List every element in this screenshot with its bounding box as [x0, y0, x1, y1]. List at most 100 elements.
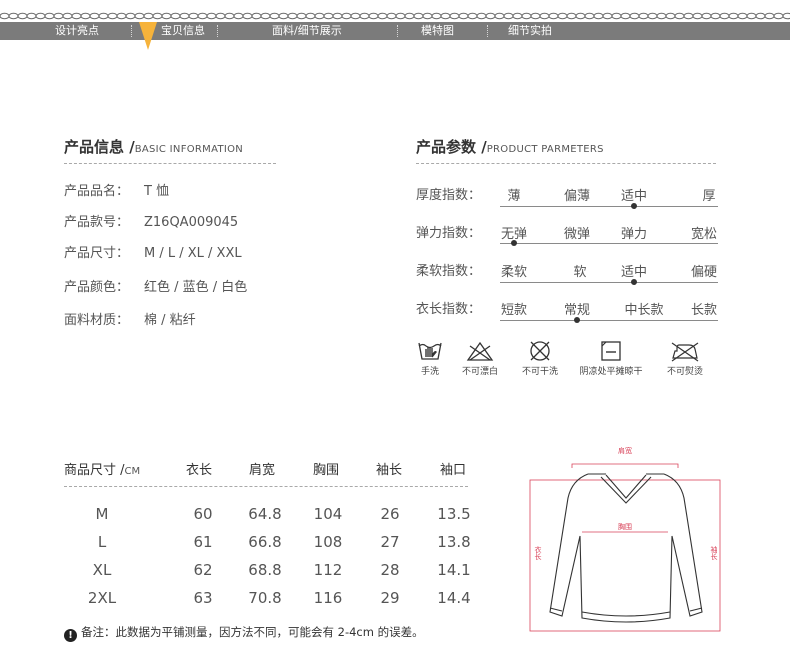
table-cell-size: M	[95, 505, 109, 523]
shoulder-label: 肩宽	[618, 446, 632, 455]
param-label-thickness: 厚度指数：	[416, 188, 482, 203]
measurement-diagram: 肩宽 胸围 衣长 袖长	[529, 446, 721, 632]
param-track	[500, 320, 718, 321]
decorative-chain	[0, 12, 790, 20]
no-bleach-icon	[466, 341, 494, 361]
care-no-iron: 不可熨烫	[653, 340, 717, 377]
divider	[416, 163, 716, 164]
nav-separator	[131, 25, 132, 37]
table-cell: 68.8	[248, 561, 282, 579]
info-row-name: 产品品名： T 恤	[64, 180, 169, 199]
info-label: 产品品名：	[64, 184, 130, 199]
param-option: 长款	[690, 303, 717, 318]
table-cell: 61	[193, 533, 213, 551]
size-table-header-size: 商品尺寸 /CM	[64, 463, 141, 478]
table-cell: 63	[193, 589, 213, 607]
table-cell: 64.8	[248, 505, 282, 523]
table-cell: 70.8	[248, 589, 282, 607]
nav-separator	[487, 25, 488, 37]
param-track	[500, 206, 718, 207]
active-nav-arrow-icon	[139, 22, 157, 50]
nav-item-design-highlights[interactable]: 设计亮点	[55, 22, 99, 40]
table-cell: 116	[313, 589, 343, 607]
shade-flat-dry-icon	[601, 341, 621, 361]
param-option: 厚	[702, 189, 716, 204]
param-indicator-dot	[511, 240, 517, 246]
param-option: 偏薄	[563, 189, 590, 204]
size-table-unit: CM	[124, 466, 141, 477]
sleeve-label: 袖长	[710, 545, 718, 561]
table-cell: 26	[380, 505, 400, 523]
table-cell-size: XL	[92, 561, 112, 579]
nav-item-product-info[interactable]: 宝贝信息	[161, 22, 205, 40]
hand-wash-icon	[418, 342, 442, 360]
param-option: 软	[573, 265, 587, 280]
table-cell: 14.4	[437, 589, 471, 607]
param-option: 宽松	[690, 227, 717, 242]
param-indicator-dot	[631, 279, 637, 285]
param-track	[500, 282, 718, 283]
table-cell: 27	[380, 533, 400, 551]
param-indicator-dot	[574, 317, 580, 323]
no-iron-icon	[671, 342, 699, 362]
size-table-header: 肩宽	[249, 463, 276, 478]
param-option: 适中	[620, 265, 647, 280]
param-label-softness: 柔软指数：	[416, 264, 482, 279]
nav-item-detail-shots[interactable]: 细节实拍	[508, 22, 552, 40]
param-option: 薄	[507, 189, 521, 204]
info-value: Z16QA009045	[144, 215, 239, 230]
param-label-length: 衣长指数：	[416, 302, 482, 317]
param-option: 偏硬	[690, 265, 717, 280]
measurement-note: ! 备注：此数据为平铺测量，因方法不同，可能会有 2-4cm 的误差。	[64, 624, 424, 642]
param-option: 常规	[563, 303, 590, 318]
nav-item-fabric-details[interactable]: 面料/细节展示	[272, 22, 342, 40]
info-label: 产品款号：	[64, 215, 130, 230]
warning-icon: !	[64, 629, 77, 642]
table-cell: 28	[380, 561, 400, 579]
table-cell: 29	[380, 589, 400, 607]
param-option: 中长款	[624, 303, 664, 318]
table-cell: 104	[313, 505, 343, 523]
table-cell-size: L	[97, 533, 107, 551]
table-cell: 108	[313, 533, 343, 551]
table-cell: 13.8	[437, 533, 471, 551]
size-table-header: 袖长	[376, 463, 403, 478]
info-value: 红色 / 蓝色 / 白色	[144, 280, 248, 295]
parameters-subtitle: PRODUCT PARMETERS	[486, 144, 604, 155]
care-no-bleach: 不可漂白	[448, 340, 512, 377]
param-option: 微弹	[563, 227, 590, 242]
param-option: 柔软	[500, 265, 527, 280]
info-row-sizes: 产品尺寸： M / L / XL / XXL	[64, 242, 242, 261]
parameters-title: 产品参数 /PRODUCT PARMETERS	[416, 138, 604, 156]
param-option: 适中	[620, 189, 647, 204]
param-indicator-dot	[631, 203, 637, 209]
info-row-material: 面料材质： 棉 / 粘纤	[64, 309, 196, 328]
size-table-header: 胸围	[313, 463, 340, 478]
info-value: M / L / XL / XXL	[144, 246, 242, 261]
basic-info-title: 产品信息 /BASIC INFORMATION	[64, 138, 244, 156]
param-label-elasticity: 弹力指数：	[416, 226, 482, 241]
table-cell: 14.1	[437, 561, 471, 579]
info-value: 棉 / 粘纤	[144, 313, 196, 328]
chest-label: 胸围	[618, 522, 632, 531]
table-cell-size: 2XL	[87, 589, 117, 607]
info-label: 产品颜色：	[64, 280, 130, 295]
param-option: 短款	[500, 303, 527, 318]
table-cell: 13.5	[437, 505, 471, 523]
basic-info-subtitle: BASIC INFORMATION	[134, 144, 244, 155]
table-cell: 112	[313, 561, 343, 579]
shoulder-measure-line	[571, 463, 679, 468]
care-shade-flat-dry: 阴凉处平摊晾干	[579, 340, 643, 377]
nav-item-model-photos[interactable]: 模特图	[421, 22, 454, 40]
size-table-header: 衣长	[186, 463, 213, 478]
info-row-colors: 产品颜色： 红色 / 蓝色 / 白色	[64, 276, 247, 295]
length-label: 衣长	[534, 545, 542, 561]
size-table-header: 袖口	[440, 463, 467, 478]
nav-separator	[217, 25, 218, 37]
care-no-dry-clean: 不可干洗	[508, 340, 572, 377]
no-dry-clean-icon	[530, 341, 550, 361]
table-cell: 66.8	[248, 533, 282, 551]
table-cell: 60	[193, 505, 213, 523]
divider	[64, 486, 468, 487]
info-label: 产品尺寸：	[64, 246, 130, 261]
